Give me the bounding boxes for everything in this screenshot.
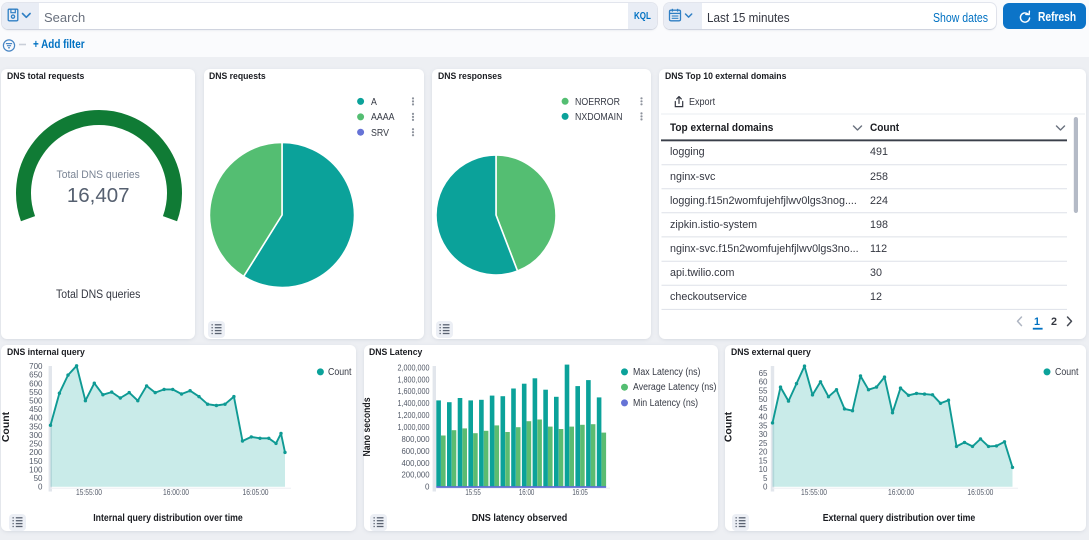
svg-text:50: 50 [759, 395, 768, 404]
svg-text:16:00:00: 16:00:00 [163, 488, 189, 497]
svg-text:400,000: 400,000 [402, 459, 431, 468]
svg-text:Nano seconds: Nano seconds [361, 397, 373, 456]
svg-text:External query distribution ov: External query distribution over time [823, 512, 976, 524]
svg-text:15:55: 15:55 [465, 488, 481, 497]
svg-text:Count: Count [723, 411, 735, 442]
svg-text:16:00: 16:00 [519, 488, 535, 497]
svg-text:16:05:00: 16:05:00 [967, 488, 993, 497]
svg-text:200: 200 [29, 448, 43, 457]
svg-text:0: 0 [425, 483, 430, 492]
svg-text:700: 700 [29, 362, 43, 371]
svg-text:Internal query distribution ov: Internal query distribution over time [93, 512, 243, 524]
svg-text:450: 450 [29, 405, 43, 414]
svg-text:55: 55 [759, 386, 768, 395]
svg-text:1,000,000: 1,000,000 [398, 423, 430, 432]
svg-text:0: 0 [38, 483, 43, 492]
svg-text:1,400,000: 1,400,000 [398, 399, 430, 408]
svg-text:20: 20 [759, 448, 768, 457]
svg-text:150: 150 [29, 457, 43, 466]
svg-text:400: 400 [29, 414, 43, 423]
svg-text:550: 550 [29, 388, 43, 397]
svg-text:16:05: 16:05 [572, 488, 588, 497]
svg-text:1,200,000: 1,200,000 [398, 411, 430, 420]
svg-text:1,800,000: 1,800,000 [398, 375, 430, 384]
svg-text:65: 65 [759, 369, 768, 378]
svg-text:0: 0 [763, 483, 768, 492]
svg-text:200,000: 200,000 [402, 471, 431, 480]
svg-text:15:55:00: 15:55:00 [801, 488, 827, 497]
svg-text:650: 650 [29, 371, 43, 380]
svg-text:600: 600 [29, 379, 43, 388]
svg-text:100: 100 [29, 465, 43, 474]
svg-text:35: 35 [759, 421, 768, 430]
svg-text:1,600,000: 1,600,000 [398, 387, 430, 396]
svg-text:15:55:00: 15:55:00 [76, 488, 102, 497]
svg-text:15: 15 [759, 456, 768, 465]
svg-text:800,000: 800,000 [402, 435, 431, 444]
svg-text:250: 250 [29, 440, 43, 449]
svg-text:60: 60 [759, 378, 768, 387]
svg-text:600,000: 600,000 [402, 447, 431, 456]
svg-text:500: 500 [29, 397, 43, 406]
svg-text:45: 45 [759, 404, 768, 413]
svg-text:DNS latency observed: DNS latency observed [472, 512, 568, 524]
svg-text:10: 10 [759, 465, 768, 474]
svg-text:25: 25 [759, 439, 768, 448]
svg-text:16:05:00: 16:05:00 [243, 488, 269, 497]
svg-text:Count: Count [0, 411, 12, 442]
svg-text:350: 350 [29, 422, 43, 431]
svg-text:50: 50 [34, 474, 43, 483]
svg-text:40: 40 [759, 413, 768, 422]
svg-text:30: 30 [759, 430, 768, 439]
svg-text:16:00:00: 16:00:00 [888, 488, 914, 497]
svg-text:2,000,000: 2,000,000 [398, 363, 430, 372]
svg-text:5: 5 [763, 474, 768, 483]
svg-text:300: 300 [29, 431, 43, 440]
